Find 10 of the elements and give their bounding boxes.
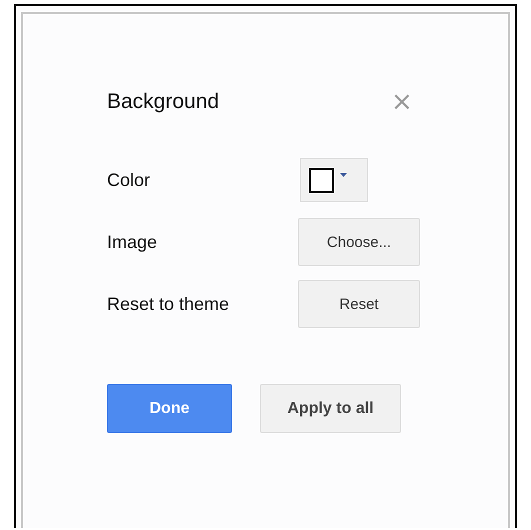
apply-button[interactable]: Apply to all (260, 384, 401, 433)
color-swatch (309, 168, 334, 192)
field-label: Reset to theme (107, 294, 230, 314)
action-button[interactable]: Reset (298, 280, 420, 328)
color-picker-button[interactable] (300, 158, 368, 202)
field-label: Image (107, 232, 158, 252)
action-button[interactable]: Choose... (298, 218, 420, 266)
field-label: Color (107, 170, 152, 190)
dialog-title: Background (107, 90, 220, 114)
caret-icon (340, 173, 347, 177)
